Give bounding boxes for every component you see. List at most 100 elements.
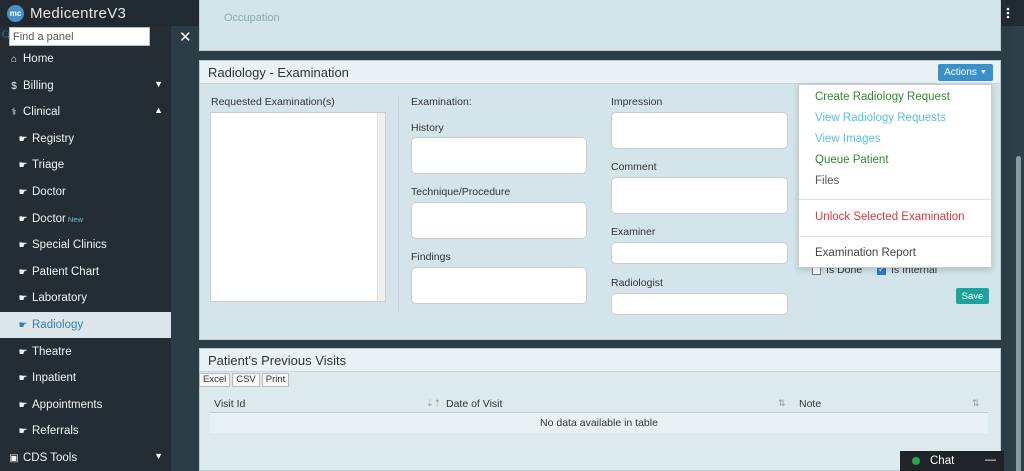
- sidebar-item-label: Laboratory: [32, 292, 87, 304]
- column-header-note[interactable]: Note: [799, 398, 821, 410]
- impression-field[interactable]: [611, 112, 788, 149]
- sidebar-item-label: Theatre: [32, 346, 72, 358]
- menu-item-create-radiology-request[interactable]: Create Radiology Request: [815, 91, 950, 103]
- page-scrollbar[interactable]: [1013, 26, 1024, 471]
- menu-item-files[interactable]: Files: [815, 175, 839, 187]
- comment-label: Comment: [611, 161, 657, 173]
- sidebar-item-label: Special Clinics: [32, 239, 107, 251]
- radiology-panel-title: Radiology - Examination: [208, 64, 349, 80]
- minimize-icon[interactable]: —: [985, 454, 996, 466]
- sidebar-item-home[interactable]: ⌂ Home: [0, 46, 171, 72]
- export-excel-button[interactable]: Excel: [199, 373, 231, 387]
- sidebar-item-registry[interactable]: ☛ Registry: [0, 126, 171, 152]
- menu-divider: [799, 199, 991, 200]
- sidebar-item-cds-tools[interactable]: ▣ CDS Tools ▼: [0, 445, 171, 471]
- sidebar-item-special-clinics[interactable]: ☛ Special Clinics: [0, 232, 171, 258]
- menu-item-view-radiology-requests[interactable]: View Radiology Requests: [815, 112, 946, 124]
- caret-down-icon: ▼: [979, 69, 987, 76]
- sidebar-item-label: Doctor: [32, 213, 66, 225]
- impression-label: Impression: [611, 96, 663, 108]
- sidebar-item-label: Clinical: [23, 106, 61, 118]
- close-icon[interactable]: ✕: [179, 28, 192, 46]
- occupation-label: Occupation: [224, 12, 280, 24]
- menu-item-examination-report[interactable]: Examination Report: [815, 247, 916, 259]
- actions-button[interactable]: Actions ▼: [938, 64, 993, 81]
- hand-point-icon: ☛: [18, 319, 28, 331]
- sidebar-item-billing[interactable]: $ Billing ▼: [0, 73, 171, 99]
- sidebar-item-label: Appointments: [32, 399, 103, 411]
- panel-search-input[interactable]: [9, 27, 150, 46]
- sidebar-item-doctor[interactable]: ☛ Doctor: [0, 179, 171, 205]
- sidebar-item-inpatient[interactable]: ☛ Inpatient: [0, 365, 171, 391]
- sidebar-item-label: Registry: [32, 133, 75, 145]
- sidebar-item-theatre[interactable]: ☛ Theatre: [0, 339, 171, 365]
- chat-widget[interactable]: Chat —: [900, 451, 1004, 471]
- sidebar-item-label: Patient Chart: [32, 266, 100, 278]
- hand-point-icon: ☛: [18, 133, 28, 145]
- sidebar-item-appointments[interactable]: ☛ Appointments: [0, 392, 171, 418]
- export-csv-button[interactable]: CSV: [232, 373, 260, 387]
- previous-visits-header: Patient's Previous Visits: [200, 349, 1000, 372]
- menu-item-view-images[interactable]: View Images: [815, 133, 881, 145]
- sort-icon[interactable]: ⇅: [778, 398, 786, 409]
- app-logo: mc: [7, 4, 24, 22]
- examiner-label: Examiner: [611, 226, 656, 238]
- app-title: MedicentreV3: [30, 4, 127, 22]
- sidebar-item-clinical[interactable]: ⚕ Clinical ▲: [0, 99, 171, 125]
- sidebar-item-label: Inpatient: [32, 372, 77, 384]
- findings-field[interactable]: [411, 267, 587, 304]
- sidebar-item-doctor[interactable]: ☛ Doctor New: [0, 206, 171, 232]
- brand[interactable]: mc MedicentreV3: [0, 4, 175, 22]
- online-status-icon: [912, 457, 920, 465]
- sidebar-item-label: Radiology: [32, 319, 84, 331]
- sidebar-item-label: Billing: [23, 80, 54, 92]
- dollar-icon: $: [11, 80, 17, 92]
- requested-examinations-list[interactable]: [210, 112, 386, 302]
- hand-point-icon: ☛: [18, 346, 28, 358]
- page-scrollbar-thumb[interactable]: [1016, 156, 1021, 471]
- hand-point-icon: ☛: [18, 266, 28, 278]
- chevron-down-icon: ▼: [154, 451, 163, 461]
- hand-point-icon: ☛: [18, 399, 28, 411]
- technique-label: Technique/Procedure: [411, 186, 511, 198]
- actions-label: Actions: [944, 67, 977, 78]
- save-button[interactable]: Save: [956, 288, 989, 304]
- history-field[interactable]: [411, 137, 587, 174]
- list-scrollbar[interactable]: [377, 113, 385, 301]
- previous-visits-title: Patient's Previous Visits: [208, 352, 347, 368]
- hand-point-icon: ☛: [18, 239, 28, 251]
- hand-point-icon: ☛: [18, 186, 28, 198]
- radiology-panel-header: Radiology - Examination: [200, 61, 1000, 84]
- comment-field[interactable]: [611, 177, 788, 214]
- column-header-visit-id[interactable]: Visit Id: [214, 398, 245, 410]
- sidebar-item-radiology[interactable]: ☛ Radiology: [0, 312, 171, 338]
- technique-field[interactable]: [411, 202, 587, 239]
- menu-item-unlock-selected-examination[interactable]: Unlock Selected Examination: [815, 211, 965, 223]
- new-badge: New: [67, 214, 83, 224]
- sidebar-item-label: CDS Tools: [23, 452, 78, 464]
- sidebar-item-patient-chart[interactable]: ☛ Patient Chart: [0, 259, 171, 285]
- radiologist-label: Radiologist: [611, 277, 663, 289]
- radiologist-field[interactable]: [611, 293, 788, 315]
- hand-point-icon: ☛: [18, 213, 28, 225]
- sidebar-item-triage[interactable]: ☛ Triage: [0, 152, 171, 178]
- sort-icon[interactable]: ⇅: [972, 398, 980, 409]
- chat-label: Chat: [930, 455, 955, 467]
- sidebar-item-referrals[interactable]: ☛ Referrals: [0, 418, 171, 444]
- export-buttons: Excel CSV Print: [199, 373, 291, 387]
- chevron-down-icon: ▼: [154, 79, 163, 89]
- sidebar-item-label: Home: [23, 53, 54, 65]
- print-button[interactable]: Print: [261, 373, 290, 387]
- examiner-field[interactable]: [611, 242, 788, 264]
- hand-point-icon: ☛: [18, 159, 28, 171]
- hand-point-icon: ☛: [18, 425, 28, 437]
- column-header-date-of-visit[interactable]: Date of Visit: [446, 398, 502, 410]
- sidebar-item-laboratory[interactable]: ☛ Laboratory: [0, 285, 171, 311]
- requested-examinations-label: Requested Examination(s): [211, 96, 335, 108]
- actions-dropdown-menu: Create Radiology Request View Radiology …: [798, 84, 992, 268]
- menu-item-queue-patient[interactable]: Queue Patient: [815, 154, 889, 166]
- sort-desc-icon[interactable]: ⇣⇡: [426, 398, 441, 409]
- sidebar-item-label: Triage: [32, 159, 65, 171]
- doctor-icon: ⚕: [11, 106, 17, 118]
- panel-search: 🔍︎: [0, 26, 171, 48]
